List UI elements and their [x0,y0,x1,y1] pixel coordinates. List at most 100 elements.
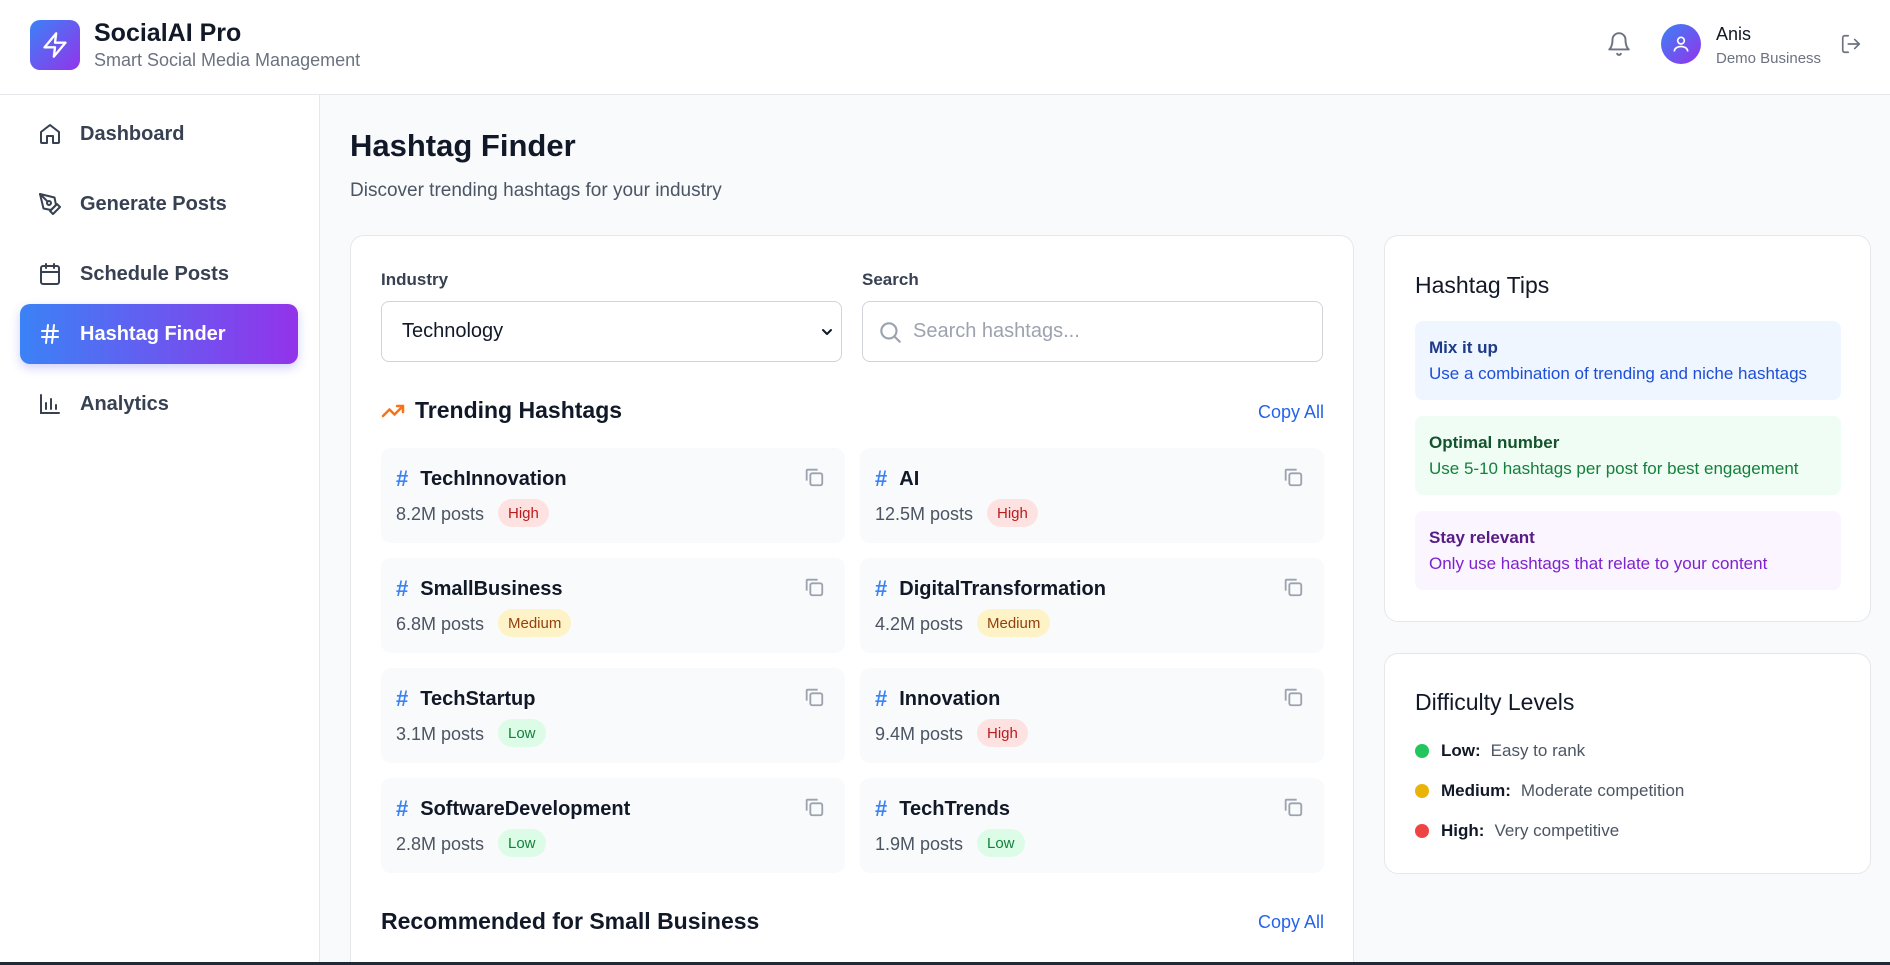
hashtag-card[interactable]: # TechTrends 1.9M posts Low [860,778,1324,873]
hashtag-posts: 3.1M posts [396,724,485,744]
hashtag-label: TechInnovation [420,467,567,490]
hashtag-card[interactable]: # AI 12.5M posts High [860,448,1324,543]
chevron-down-icon [822,329,832,335]
hashtag-label: DigitalTransformation [899,577,1106,600]
tip-title: Optimal number [1429,433,1560,452]
search-input[interactable] [913,320,1293,343]
sidebar-item-dashboard[interactable]: Dashboard [20,104,298,164]
difficulty-badge: High [987,499,1038,527]
hashtag-name: # TechInnovation [396,466,567,492]
copy-all-trending-button[interactable]: Copy All [1258,402,1324,423]
page-title: Hashtag Finder [350,128,576,163]
difficulty-level: Low: [1441,741,1481,760]
page-subtitle: Discover trending hashtags for your indu… [350,180,722,201]
tip-stay-relevant: Stay relevant Only use hashtags that rel… [1415,511,1841,590]
tips-title: Hashtag Tips [1415,272,1550,298]
bar-chart-icon [40,394,60,414]
copy-icon[interactable] [803,796,825,818]
sidebar-item-label: Analytics [80,392,169,415]
difficulty-levels-card: Difficulty Levels Low: Easy to rank Medi… [1384,653,1871,874]
hashtag-posts: 8.2M posts [396,504,485,524]
industry-select[interactable]: Technology [381,301,842,362]
copy-icon[interactable] [803,576,825,598]
hashtag-card[interactable]: # Innovation 9.4M posts High [860,668,1324,763]
hashtag-card[interactable]: # SoftwareDevelopment 2.8M posts Low [381,778,845,873]
hashtag-name: # TechStartup [396,686,535,712]
difficulty-level: High: [1441,821,1485,840]
hashtag-name: # DigitalTransformation [875,576,1106,602]
difficulty-level: Medium: [1441,781,1511,800]
difficulty-desc: Easy to rank [1490,741,1586,760]
sidebar-item-generate-posts[interactable]: Generate Posts [20,174,298,234]
difficulty-high: High: Very competitive [1415,821,1619,841]
difficulty-badge: High [498,499,549,527]
trending-heading: Trending Hashtags [381,397,622,424]
difficulty-title: Difficulty Levels [1415,689,1575,715]
copy-icon[interactable] [1282,576,1304,598]
tip-title: Stay relevant [1429,528,1535,547]
hashtag-name: # Innovation [875,686,1000,712]
hashtag-label: TechTrends [899,797,1011,820]
sidebar-item-label: Generate Posts [80,192,227,215]
hashtag-posts: 6.8M posts [396,614,485,634]
copy-all-recommended-button[interactable]: Copy All [1258,912,1324,933]
tip-text: Use 5-10 hashtags per post for best enga… [1429,459,1799,478]
difficulty-desc: Moderate competition [1520,781,1685,800]
hash-icon: # [875,466,888,491]
difficulty-badge: Low [498,829,546,857]
search-label: Search [862,270,919,289]
app-title: SocialAI Pro [94,19,242,47]
hash-icon: # [875,576,888,601]
hashtag-card[interactable]: # SmallBusiness 6.8M posts Medium [381,558,845,653]
copy-icon[interactable] [1282,796,1304,818]
tip-text: Only use hashtags that relate to your co… [1429,554,1768,573]
copy-icon[interactable] [1282,686,1304,708]
recommended-title: Recommended for Small Business [381,908,760,934]
hashtag-tips-card: Hashtag Tips Mix it up Use a combination… [1384,235,1871,622]
brand: SocialAI Pro Smart Social Media Manageme… [30,19,360,71]
tip-title: Mix it up [1429,338,1498,357]
status-dot [1415,744,1429,758]
user-business: Demo Business [1716,50,1822,67]
hash-icon: # [875,686,888,711]
search-box [862,301,1323,362]
recommended-heading: Recommended for Small Business [381,908,759,935]
copy-icon[interactable] [803,686,825,708]
tip-mix-it-up: Mix it up Use a combination of trending … [1415,321,1841,400]
hashtag-posts: 9.4M posts [875,724,964,744]
zap-icon [30,20,80,70]
hashtag-card[interactable]: # TechInnovation 8.2M posts High [381,448,845,543]
sidebar-item-analytics[interactable]: Analytics [20,374,298,434]
app-subtitle: Smart Social Media Management [94,50,361,70]
sidebar-item-hashtag-finder[interactable]: Hashtag Finder [20,304,298,364]
hashtag-card[interactable]: # TechStartup 3.1M posts Low [381,668,845,763]
hashtag-name: # TechTrends [875,796,1010,822]
hashtag-label: TechStartup [420,687,536,710]
sidebar-item-schedule-posts[interactable]: Schedule Posts [20,244,298,304]
hash-icon: # [396,466,409,491]
copy-icon[interactable] [1282,466,1304,488]
hash-icon: # [396,796,409,821]
hashtag-posts: 12.5M posts [875,504,974,524]
sidebar-item-label: Dashboard [80,122,185,145]
logout-icon[interactable] [1840,33,1862,55]
user-name: Anis [1716,24,1752,44]
copy-icon[interactable] [803,466,825,488]
industry-label: Industry [381,270,449,289]
hashtag-name: # SmallBusiness [396,576,563,602]
hashtag-name: # AI [875,466,919,492]
hashtag-label: SoftwareDevelopment [420,797,631,820]
tip-text: Use a combination of trending and niche … [1429,364,1808,383]
tip-optimal-number: Optimal number Use 5-10 hashtags per pos… [1415,416,1841,495]
user-icon [1673,36,1689,52]
hash-icon: # [396,576,409,601]
hash-icon [41,324,59,344]
avatar[interactable] [1661,24,1701,64]
calendar-icon [40,263,60,285]
difficulty-badge: High [977,719,1028,747]
hashtag-posts: 4.2M posts [875,614,964,634]
hash-icon: # [875,796,888,821]
sidebar: Dashboard Generate Posts Schedule Posts … [0,95,320,965]
hashtag-card[interactable]: # DigitalTransformation 4.2M posts Medium [860,558,1324,653]
bell-icon[interactable] [1606,30,1632,58]
